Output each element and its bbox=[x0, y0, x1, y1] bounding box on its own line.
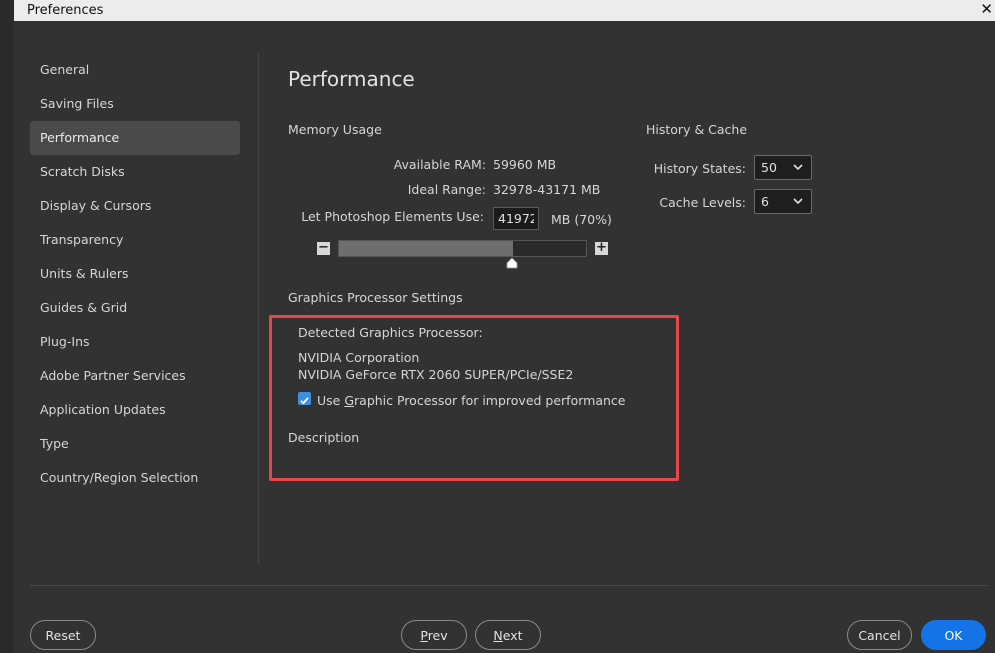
memory-use-input[interactable] bbox=[493, 207, 539, 230]
gpu-model: NVIDIA GeForce RTX 2060 SUPER/PCIe/SSE2 bbox=[298, 367, 574, 382]
sidebar-item-type[interactable]: Type bbox=[30, 427, 240, 461]
sidebar-divider bbox=[258, 53, 259, 565]
reset-button[interactable]: Reset bbox=[30, 620, 96, 650]
available-ram-label: Available RAM: bbox=[393, 157, 486, 172]
use-gpu-checkbox[interactable] bbox=[298, 392, 311, 405]
prev-label-rest: rev bbox=[427, 628, 448, 643]
description-label: Description bbox=[288, 430, 360, 445]
next-mnemonic: N bbox=[493, 628, 503, 643]
ideal-range-value: 32978-43171 MB bbox=[493, 182, 601, 197]
sidebar-item-saving-files[interactable]: Saving Files bbox=[30, 87, 240, 121]
next-label-rest: ext bbox=[502, 628, 523, 643]
sidebar-item-display-cursors[interactable]: Display & Cursors bbox=[30, 189, 240, 223]
window-title: Preferences bbox=[27, 3, 104, 18]
memory-slider-fill bbox=[339, 241, 514, 256]
memory-usage-heading: Memory Usage bbox=[288, 122, 382, 137]
use-gpu-label[interactable]: Use Graphic Processor for improved perfo… bbox=[317, 393, 625, 408]
ok-button[interactable]: OK bbox=[921, 620, 986, 650]
gpu-vendor: NVIDIA Corporation bbox=[298, 350, 420, 365]
prev-mnemonic: P bbox=[420, 628, 428, 643]
footer-divider bbox=[30, 585, 987, 586]
sidebar-item-application-updates[interactable]: Application Updates bbox=[30, 393, 240, 427]
preferences-dialog: General Saving Files Performance Scratch… bbox=[14, 21, 995, 653]
history-states-label: History States: bbox=[653, 161, 746, 176]
prev-button[interactable]: Prev bbox=[401, 620, 467, 650]
memory-use-unit: MB (70%) bbox=[551, 212, 612, 227]
background-window-strip bbox=[0, 0, 14, 653]
page-title: Performance bbox=[288, 67, 415, 91]
window-titlebar: Preferences ✕ bbox=[14, 0, 995, 21]
sidebar-item-general[interactable]: General bbox=[30, 53, 240, 87]
available-ram-value: 59960 MB bbox=[493, 157, 557, 172]
slider-thumb-icon[interactable] bbox=[506, 258, 518, 269]
history-states-value: 50 bbox=[761, 160, 777, 175]
ideal-range-label: Ideal Range: bbox=[407, 182, 486, 197]
preferences-sidebar: General Saving Files Performance Scratch… bbox=[30, 53, 240, 495]
history-states-select[interactable]: 50 bbox=[754, 155, 812, 180]
next-button[interactable]: Next bbox=[475, 620, 541, 650]
gpu-settings-heading: Graphics Processor Settings bbox=[288, 290, 463, 305]
sidebar-item-country-region[interactable]: Country/Region Selection bbox=[30, 461, 240, 495]
chevron-down-icon bbox=[793, 164, 803, 171]
sidebar-item-guides-grid[interactable]: Guides & Grid bbox=[30, 291, 240, 325]
memory-decrease-button[interactable]: − bbox=[317, 241, 330, 255]
cache-levels-select[interactable]: 6 bbox=[754, 189, 812, 214]
memory-use-label: Let Photoshop Elements Use: bbox=[301, 209, 484, 224]
sidebar-item-plug-ins[interactable]: Plug-Ins bbox=[30, 325, 240, 359]
memory-slider[interactable] bbox=[338, 240, 587, 257]
detected-gpu-label: Detected Graphics Processor: bbox=[298, 325, 483, 340]
checkmark-icon bbox=[300, 397, 309, 405]
use-gpu-label-mnemonic: G bbox=[344, 393, 355, 408]
sidebar-item-units-rulers[interactable]: Units & Rulers bbox=[30, 257, 240, 291]
cache-levels-value: 6 bbox=[761, 194, 769, 209]
cache-levels-label: Cache Levels: bbox=[659, 195, 746, 210]
use-gpu-label-suffix: raphic Processor for improved performanc… bbox=[354, 393, 626, 408]
use-gpu-label-prefix: Use bbox=[317, 393, 345, 408]
memory-increase-button[interactable]: + bbox=[595, 241, 608, 255]
sidebar-item-scratch-disks[interactable]: Scratch Disks bbox=[30, 155, 240, 189]
cancel-button[interactable]: Cancel bbox=[847, 620, 912, 650]
sidebar-item-adobe-partner-services[interactable]: Adobe Partner Services bbox=[30, 359, 240, 393]
sidebar-item-transparency[interactable]: Transparency bbox=[30, 223, 240, 257]
close-icon[interactable]: ✕ bbox=[980, 0, 993, 19]
sidebar-item-performance[interactable]: Performance bbox=[30, 121, 240, 155]
history-cache-heading: History & Cache bbox=[646, 122, 748, 137]
chevron-down-icon bbox=[793, 198, 803, 205]
